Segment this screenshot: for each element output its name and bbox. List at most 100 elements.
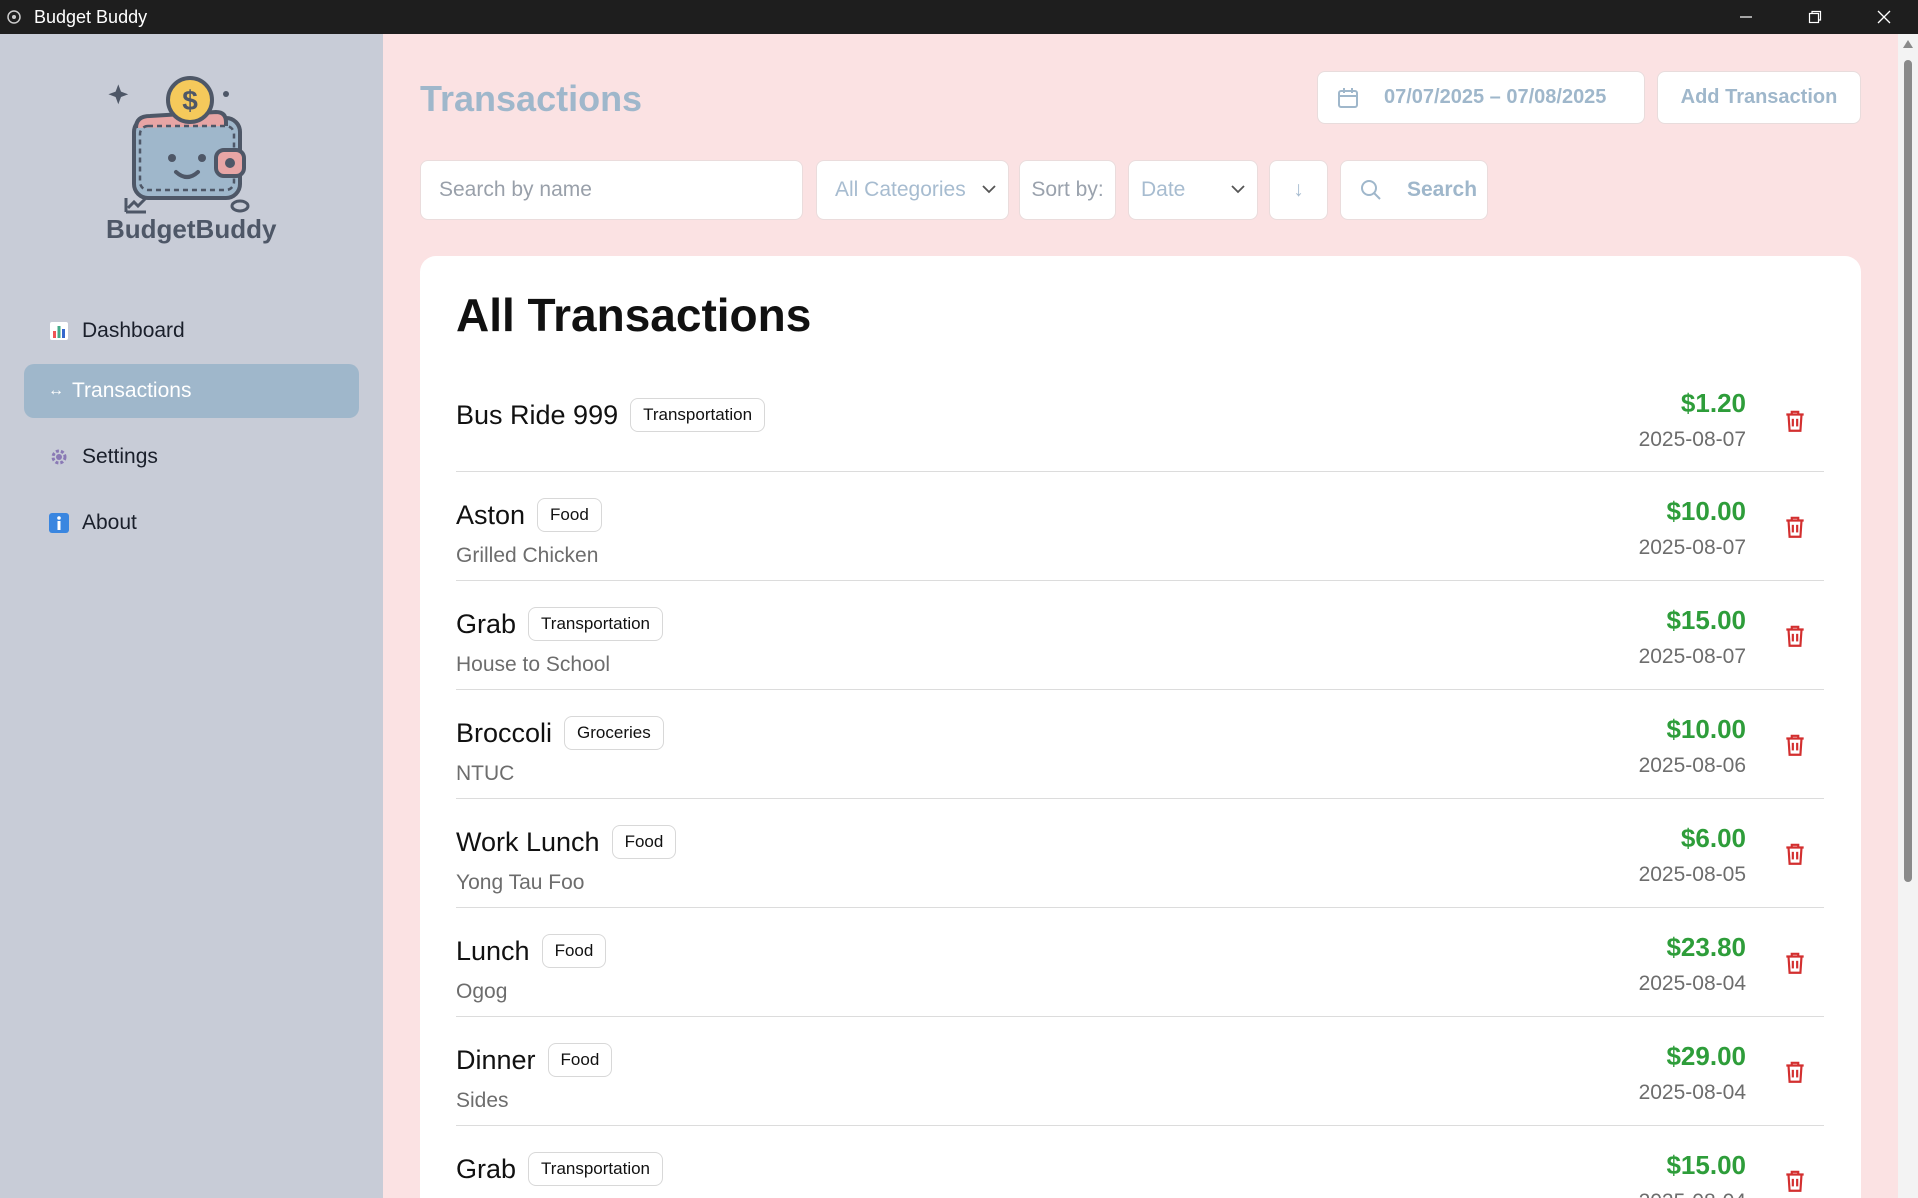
transaction-description: Yong Tau Foo — [456, 871, 585, 894]
transaction-list: Bus Ride 999 Transportation $1.20 2025-08-0… — [456, 378, 1824, 1198]
title-bar: Budget Buddy — [0, 0, 1918, 34]
transaction-description: Grilled Chicken — [456, 544, 599, 567]
transaction-name-group: Grab Transportation — [456, 607, 664, 641]
transaction-name-group: Grab Transportation — [456, 1152, 664, 1186]
minimize-button[interactable] — [1711, 0, 1780, 34]
transaction-description: House to School — [456, 653, 611, 676]
page-title: Transactions — [420, 78, 643, 119]
search-input[interactable]: Search by name — [420, 160, 803, 220]
sidebar-item-label: Dashboard — [82, 319, 185, 342]
chevron-down-icon — [982, 185, 996, 194]
sidebar: $ BudgetBuddy Dashboard ↔ Transactions S… — [0, 34, 383, 1198]
sidebar-item-about[interactable]: About — [24, 496, 359, 550]
transaction-name-group: Work Lunch Food — [456, 825, 677, 859]
scrollbar[interactable] — [1898, 34, 1918, 1198]
transaction-amount: $10.00 — [1666, 496, 1746, 526]
transaction-name-group: Lunch Food — [456, 934, 607, 968]
transaction-row[interactable]: Grab Transportation House to School $15.00 2… — [456, 581, 1824, 690]
sidebar-item-label: Settings — [82, 445, 158, 468]
transaction-row[interactable]: Work Lunch Food Yong Tau Foo $6.00 2025-08-0… — [456, 799, 1824, 908]
category-badge: Food — [611, 825, 677, 859]
sidebar-item-transactions[interactable]: ↔ Transactions — [24, 364, 359, 418]
transaction-date: 2025-08-07 — [1638, 428, 1746, 451]
transaction-date: 2025-08-06 — [1638, 754, 1746, 777]
search-button[interactable]: Search — [1340, 160, 1488, 220]
category-badge: Transportation — [528, 607, 664, 641]
trash-icon[interactable] — [1782, 950, 1808, 976]
restore-button[interactable] — [1780, 0, 1849, 34]
trash-icon[interactable] — [1782, 732, 1808, 758]
transaction-name: Bus Ride 999 — [456, 399, 619, 430]
close-button[interactable] — [1849, 0, 1918, 34]
transaction-row[interactable]: Dinner Food Sides $29.00 2025-08-04 — [456, 1017, 1824, 1126]
logo-text: BudgetBuddy — [106, 214, 277, 244]
bar-chart-icon — [48, 320, 70, 342]
transaction-description: Sides — [456, 1089, 509, 1112]
category-badge: Food — [547, 1043, 613, 1077]
category-badge: Transportation — [630, 398, 766, 432]
trash-icon[interactable] — [1782, 408, 1808, 434]
add-transaction-button[interactable]: Add Transaction — [1657, 71, 1861, 124]
scroll-up-arrow-icon[interactable] — [1903, 40, 1913, 48]
transaction-name-group: Aston Food — [456, 498, 602, 532]
card-title: All Transactions — [456, 289, 812, 341]
info-icon — [48, 512, 70, 534]
sidebar-item-dashboard[interactable]: Dashboard — [24, 304, 359, 358]
sort-label: Sort by: — [1019, 160, 1116, 220]
transaction-description: Ogog — [456, 980, 508, 1003]
svg-text:$: $ — [182, 85, 198, 116]
category-select-value: All Categories — [835, 178, 966, 201]
budgetbuddy-logo: $ BudgetBuddy — [106, 74, 276, 249]
transaction-row[interactable]: GrabTransportationSchool to Home$15.0020… — [456, 1126, 1824, 1198]
transaction-row[interactable]: Lunch Food Ogog $23.80 2025-08-04 — [456, 908, 1824, 1017]
transaction-row[interactable]: Broccoli Groceries NTUC $10.00 2025-08-06 — [456, 690, 1824, 799]
category-badge: Food — [541, 934, 607, 968]
transaction-amount: $6.00 — [1680, 823, 1746, 853]
category-badge: Groceries — [564, 716, 664, 750]
transaction-amount: $15.00 — [1666, 605, 1746, 635]
trash-icon[interactable] — [1782, 1059, 1808, 1085]
transaction-date: 2025-08-07 — [1638, 645, 1746, 668]
transaction-name-group: Dinner Food — [456, 1043, 613, 1077]
trash-icon[interactable] — [1782, 1168, 1808, 1194]
transaction-name: Aston — [456, 499, 526, 530]
transaction-name-group: Broccoli Groceries — [456, 716, 664, 750]
sort-select[interactable]: Date — [1128, 160, 1258, 220]
category-select[interactable]: All Categories — [816, 160, 1009, 220]
left-right-arrow-icon: ↔ — [48, 382, 64, 399]
close-icon — [1877, 10, 1890, 24]
transaction-amount: $29.00 — [1666, 1041, 1746, 1071]
scroll-thumb[interactable] — [1904, 60, 1912, 882]
trash-icon[interactable] — [1782, 623, 1808, 649]
transaction-date: 2025-08-05 — [1638, 863, 1746, 886]
trash-icon[interactable] — [1782, 514, 1808, 540]
sidebar-item-settings[interactable]: Settings — [24, 430, 359, 484]
transaction-name-group: Bus Ride 999 Transportation — [456, 398, 766, 432]
transaction-amount: $10.00 — [1666, 714, 1746, 744]
transaction-name: Dinner — [456, 1044, 536, 1075]
transaction-date: 2025-08-04 — [1638, 1081, 1746, 1104]
transaction-row[interactable]: Aston Food Grilled Chicken $10.00 2025-08-07 — [456, 472, 1824, 581]
restore-icon — [1808, 10, 1821, 24]
search-placeholder: Search by name — [439, 178, 592, 201]
transaction-amount: $15.00 — [1666, 1150, 1746, 1180]
category-badge: Food — [537, 498, 602, 532]
transaction-row[interactable]: Bus Ride 999 Transportation $1.20 2025-08-0… — [456, 378, 1824, 472]
wallet-logo-icon: $ — [108, 76, 250, 214]
transaction-name: Grab — [456, 608, 517, 639]
window-controls — [1711, 0, 1918, 34]
date-range-picker[interactable]: 07/07/2025 – 07/08/2025 — [1317, 71, 1645, 124]
transaction-name: Broccoli — [456, 717, 553, 748]
transactions-card: All Transactions Bus Ride 999 Transportat… — [420, 256, 1861, 1198]
trash-icon[interactable] — [1782, 841, 1808, 867]
sort-direction-button[interactable]: ↓ — [1269, 160, 1328, 220]
transaction-date: 2025-08-04 — [1639, 1190, 1746, 1198]
minimize-icon — [1739, 16, 1752, 18]
app-icon — [6, 9, 22, 25]
transaction-name: Work Lunch — [456, 826, 600, 857]
sidebar-item-label: About — [82, 511, 137, 534]
window-title: Budget Buddy — [34, 6, 148, 27]
search-button-label: Search — [1407, 178, 1478, 201]
calendar-icon — [1338, 87, 1358, 108]
transaction-description: NTUC — [456, 762, 515, 785]
